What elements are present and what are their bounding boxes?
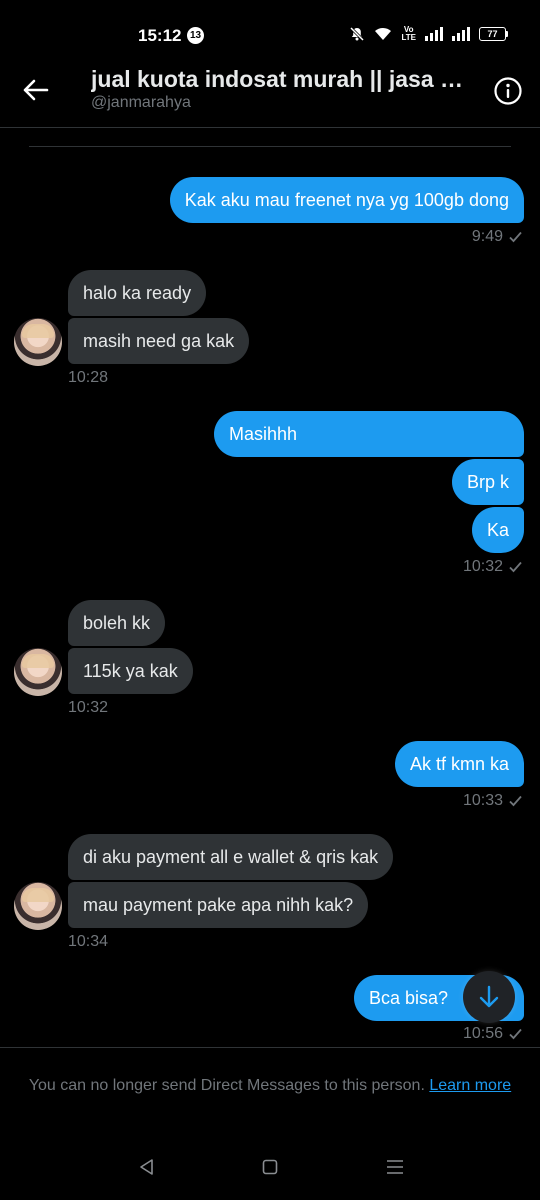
back-button[interactable] (20, 74, 52, 106)
notice-text: You can no longer send Direct Messages t… (28, 1077, 425, 1094)
sent-check-icon (509, 1028, 522, 1040)
info-icon (494, 77, 522, 105)
conversation-header: jual kuota indosat murah || jasa … @janm… (0, 56, 540, 128)
mute-bell-icon (350, 26, 365, 42)
notification-count-badge: 13 (187, 27, 204, 44)
thread-divider (29, 146, 511, 147)
nav-back-button[interactable] (134, 1154, 160, 1180)
signal-1-icon (425, 27, 443, 41)
message-time: 10:33 (462, 792, 503, 809)
system-nav-bar (0, 1132, 540, 1200)
square-home-icon (262, 1159, 278, 1175)
sent-check-icon (509, 231, 522, 243)
message-meta: 9:49 (472, 228, 522, 246)
status-time: 15:12 (138, 26, 182, 45)
contact-avatar[interactable] (14, 882, 62, 930)
message-out[interactable]: Masihhh (214, 411, 524, 457)
conversation-title[interactable]: jual kuota indosat murah || jasa … (91, 66, 476, 93)
triangle-back-icon (140, 1159, 153, 1175)
learn-more-link[interactable]: Learn more (429, 1077, 511, 1094)
message-meta: 10:56 (463, 1025, 522, 1043)
message-out[interactable]: Ak tf kmn ka (394, 741, 524, 787)
battery-icon: 77 (479, 27, 508, 41)
menu-lines-icon (387, 1160, 403, 1174)
message-time: 9:49 (471, 228, 503, 245)
sent-check-icon (509, 561, 522, 573)
message-meta: 10:34 (68, 933, 108, 951)
message-in[interactable]: mau payment pake apa nihh kak? (68, 882, 369, 928)
conversation-handle[interactable]: @janmarahya (91, 94, 191, 112)
message-out[interactable]: Ka (471, 507, 524, 553)
message-meta: 10:28 (68, 369, 108, 387)
message-time: 10:28 (68, 369, 109, 386)
back-arrow-icon (23, 79, 49, 101)
message-out[interactable]: Kak aku mau freenet nya yg 100gb dong (169, 177, 524, 223)
message-out[interactable]: Brp k (451, 459, 524, 505)
dm-disabled-notice: You can no longer send Direct Messages t… (0, 1047, 540, 1132)
signal-2-icon (452, 27, 470, 41)
message-in[interactable]: 115k ya kak (68, 648, 193, 694)
message-time: 10:32 (462, 558, 503, 575)
battery-level: 77 (479, 27, 506, 41)
message-meta: 10:33 (463, 792, 522, 810)
contact-avatar[interactable] (14, 648, 62, 696)
message-time: 10:56 (462, 1025, 503, 1042)
message-time: 10:34 (68, 933, 109, 950)
message-in[interactable]: di aku payment all e wallet & qris kak (68, 834, 394, 880)
nav-home-button[interactable] (257, 1154, 283, 1180)
sent-check-icon (509, 795, 522, 807)
message-meta: 10:32 (463, 558, 522, 576)
nav-recents-button[interactable] (382, 1154, 408, 1180)
message-time: 10:32 (68, 699, 109, 716)
status-icons: Vo LTE 77 (349, 22, 508, 46)
message-in[interactable]: halo ka ready (68, 270, 207, 316)
message-in[interactable]: masih need ga kak (68, 318, 250, 364)
message-in[interactable]: boleh kk (68, 600, 166, 646)
contact-avatar[interactable] (14, 318, 62, 366)
status-bar: 15:12 13 Vo LTE 77 (0, 0, 540, 56)
message-meta: 10:32 (68, 699, 108, 717)
wifi-icon (375, 27, 392, 40)
scroll-to-bottom-button[interactable] (463, 971, 515, 1023)
arrow-down-icon (479, 985, 499, 1008)
info-button[interactable] (493, 76, 523, 106)
volte-indicator: Vo LTE (401, 25, 416, 42)
